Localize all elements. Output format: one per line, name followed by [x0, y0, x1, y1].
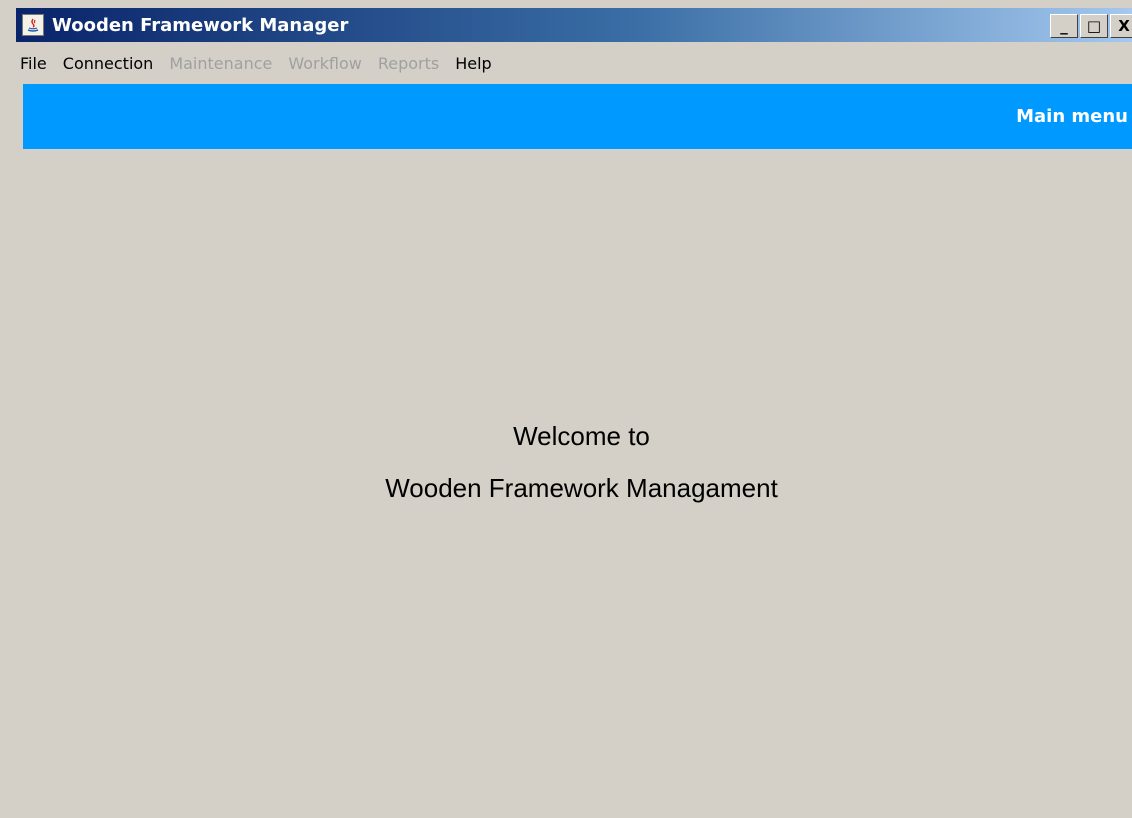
title-bar[interactable]: Wooden Framework Manager _ □ X [16, 8, 1132, 42]
menu-file[interactable]: File [16, 54, 55, 73]
welcome-message: Welcome to Wooden Framework Managament [23, 410, 1132, 514]
menu-help[interactable]: Help [447, 54, 499, 73]
menu-workflow: Workflow [288, 53, 362, 73]
maximize-button[interactable]: □ [1080, 14, 1108, 38]
menu-bar: File Connection Maintenance Workflow Rep… [16, 46, 1132, 80]
maximize-icon: □ [1086, 17, 1102, 35]
welcome-line-2: Wooden Framework Managament [385, 473, 778, 503]
window-controls: _ □ X [1050, 14, 1132, 38]
window-frame-left [16, 84, 23, 818]
header-band: Main menu [23, 84, 1132, 149]
menu-connection[interactable]: Connection [55, 54, 162, 73]
application-window: Wooden Framework Manager _ □ X File Conn… [0, 0, 1132, 818]
close-icon: X [1118, 17, 1130, 35]
minimize-icon: _ [1060, 17, 1068, 35]
minimize-button[interactable]: _ [1050, 14, 1078, 38]
window-title: Wooden Framework Manager [52, 14, 349, 36]
java-app-icon[interactable] [22, 14, 44, 36]
menu-reports: Reports [377, 53, 440, 73]
menu-maintenance: Maintenance [169, 53, 273, 73]
page-title: Main menu [1016, 106, 1128, 127]
welcome-line-1: Welcome to [513, 421, 650, 451]
close-button[interactable]: X [1110, 14, 1132, 38]
